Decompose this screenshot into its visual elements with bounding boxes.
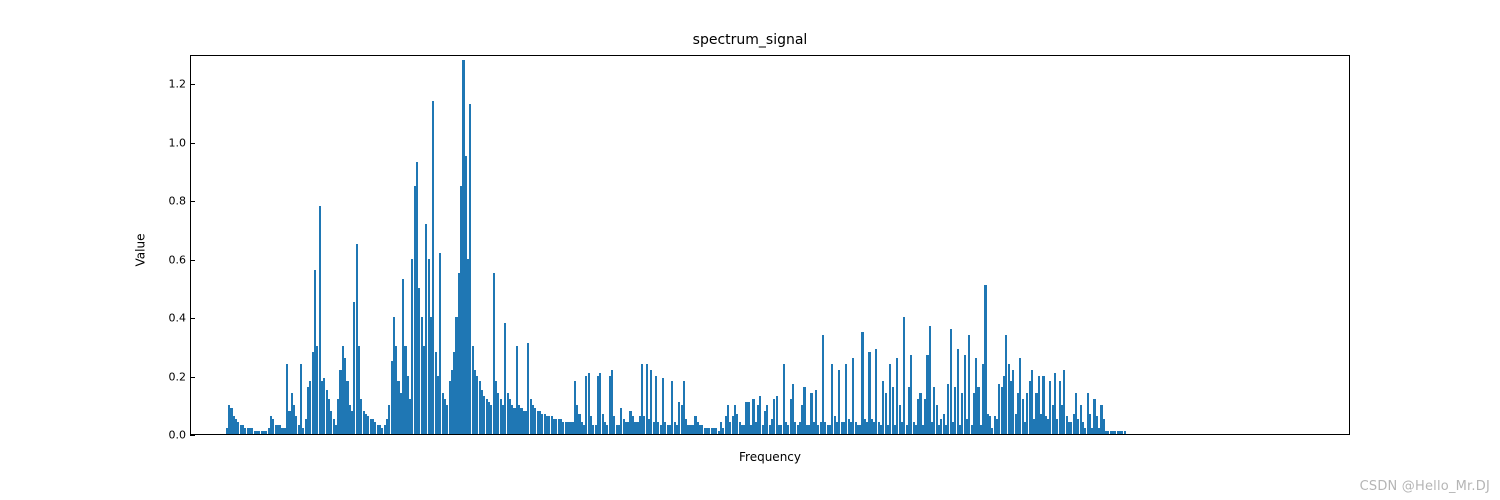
y-tick-label: 0.2 <box>169 370 187 383</box>
y-tick-label: 1.2 <box>169 78 187 91</box>
y-tick-label: 0.4 <box>169 312 187 325</box>
y-tick-label: 0.8 <box>169 195 187 208</box>
spectrum-bar <box>822 335 824 434</box>
spectrum-bar <box>929 326 931 434</box>
figure: spectrum_signal Value 0.0 0.2 0.4 0.6 0.8 1.0… <box>0 0 1500 500</box>
spectrum-bars <box>191 56 1349 434</box>
x-axis-label: Frequency <box>190 450 1350 464</box>
y-tick-label: 1.0 <box>169 136 187 149</box>
spectrum-bar <box>300 364 302 434</box>
spectrum-bar <box>1124 431 1126 434</box>
spectrum-bar <box>875 349 877 434</box>
plot-area <box>190 55 1350 435</box>
spectrum-bar <box>984 285 986 434</box>
y-tick-label: 0.0 <box>169 429 187 442</box>
spectrum-bar <box>903 317 905 434</box>
spectrum-bar <box>957 349 959 434</box>
spectrum-bar <box>950 329 952 434</box>
y-axis-label: Value <box>130 0 150 500</box>
chart-title: spectrum_signal <box>0 32 1500 48</box>
spectrum-bar <box>968 335 970 434</box>
watermark-text: CSDN @Hello_Mr.DJ <box>1360 479 1490 494</box>
y-tick-label: 0.6 <box>169 253 187 266</box>
